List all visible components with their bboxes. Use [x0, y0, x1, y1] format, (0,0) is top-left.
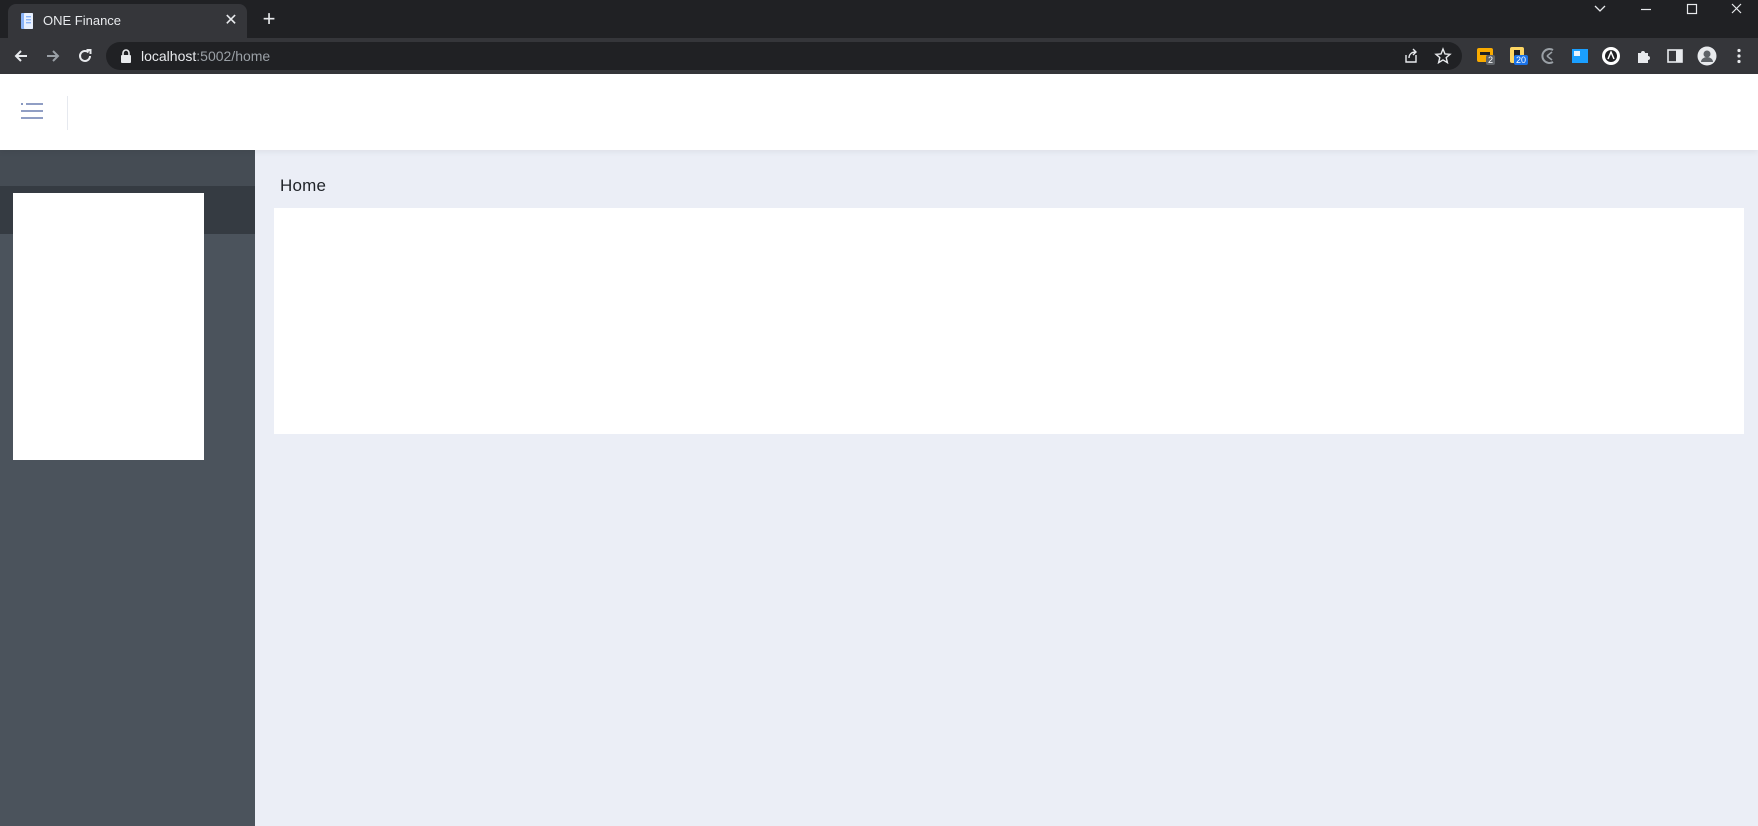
extension-4-icon[interactable]	[1570, 46, 1590, 66]
extension-2-icon[interactable]: 20	[1508, 46, 1529, 66]
extension-1-badge: 2	[1486, 55, 1496, 65]
profile-avatar-icon[interactable]	[1697, 46, 1717, 66]
reload-button[interactable]	[72, 43, 98, 69]
tab-title: ONE Finance	[43, 13, 122, 28]
minimize-icon[interactable]	[1623, 0, 1669, 20]
extension-3-icon[interactable]	[1539, 46, 1559, 66]
window-close-icon[interactable]	[1715, 0, 1758, 20]
page-title: Home	[280, 176, 327, 195]
side-panel-icon[interactable]	[1665, 46, 1685, 66]
maximize-icon[interactable]	[1669, 0, 1715, 20]
app-header	[0, 74, 1758, 150]
url-text: localhost:5002/home	[141, 48, 271, 64]
more-vertical-icon[interactable]	[1729, 46, 1749, 66]
arrow-right-icon	[47, 50, 60, 62]
share-icon[interactable]	[1402, 47, 1420, 65]
sidebar-logo-placeholder	[13, 193, 204, 460]
tab-search-chevron-icon[interactable]	[1577, 0, 1623, 20]
sidebar	[0, 150, 255, 826]
back-button[interactable]	[8, 43, 34, 69]
extension-5-icon[interactable]	[1601, 46, 1621, 66]
arrow-left-icon	[14, 50, 27, 62]
header-divider	[67, 96, 68, 130]
extensions-puzzle-icon[interactable]	[1634, 46, 1654, 66]
browser-tab-active[interactable]: ONE Finance ✕	[8, 4, 247, 38]
document-favicon-icon	[21, 13, 33, 29]
new-tab-icon[interactable]: +	[258, 8, 280, 31]
lock-icon[interactable]	[120, 49, 132, 63]
content-card	[274, 208, 1744, 434]
tab-close-icon[interactable]: ✕	[222, 12, 240, 30]
bookmark-star-icon[interactable]	[1434, 47, 1452, 65]
web-page: Home	[0, 74, 1758, 826]
address-bar[interactable]: localhost:5002/home	[106, 42, 1462, 70]
extension-2-badge: 20	[1514, 55, 1529, 65]
sidebar-header-strip	[0, 150, 255, 186]
forward-button[interactable]	[40, 43, 66, 69]
browser-toolbar: localhost:5002/home 2 20	[0, 38, 1758, 74]
reload-icon	[79, 49, 92, 62]
browser-tabstrip: ONE Finance ✕ +	[0, 0, 1758, 38]
menu-toggle-icon[interactable]	[20, 102, 44, 120]
extension-1-icon[interactable]: 2	[1476, 46, 1496, 66]
